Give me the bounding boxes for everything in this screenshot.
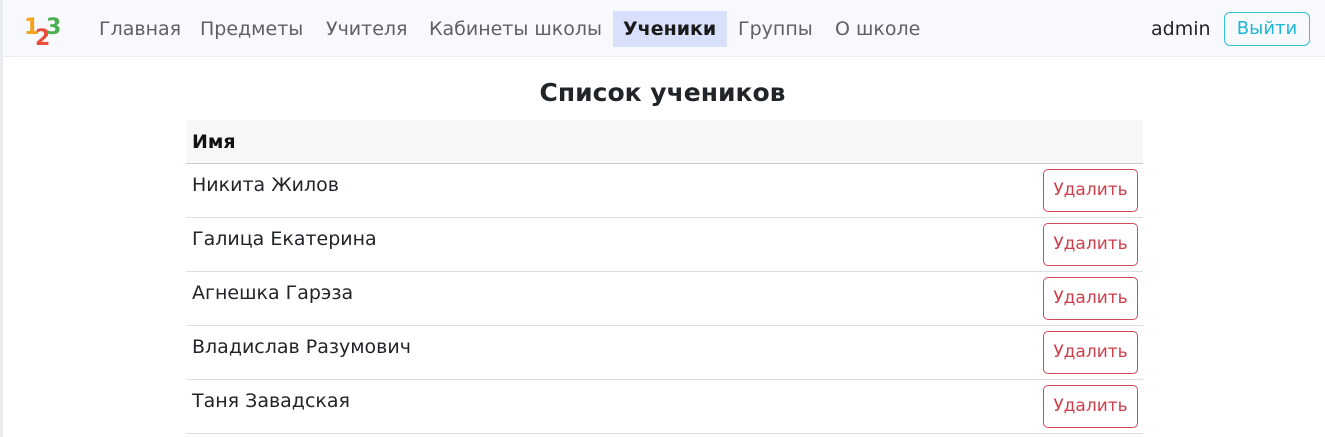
123-numbers-logo-icon[interactable]: 1 2 3 [23, 12, 63, 51]
current-user-name: admin [1151, 18, 1211, 40]
student-name: Галица Екатерина [192, 228, 377, 250]
column-header-name: Имя [192, 131, 236, 153]
nav-item-home[interactable]: Главная [89, 11, 191, 47]
page-title: Список учеников [539, 78, 786, 107]
nav-item-about-school[interactable]: О школе [825, 11, 930, 47]
nav-item-students[interactable]: Ученики [613, 11, 727, 47]
top-navbar: 1 2 3 Главная Предметы Учителя Кабинеты … [3, 0, 1325, 57]
table-row: Владислав Разумович Удалить [186, 326, 1143, 380]
delete-button[interactable]: Удалить [1043, 331, 1138, 374]
table-row: Никита Жилов Удалить [186, 164, 1143, 218]
nav-item-subjects[interactable]: Предметы [190, 11, 313, 47]
student-name: Никита Жилов [192, 174, 339, 196]
student-name: Владислав Разумович [192, 336, 411, 358]
svg-text:3: 3 [46, 15, 61, 40]
table-row: Агнешка Гарэза Удалить [186, 272, 1143, 326]
nav-item-groups[interactable]: Группы [728, 11, 823, 47]
nav-item-teachers[interactable]: Учителя [316, 11, 417, 47]
table-row: Таня Завадская Удалить [186, 380, 1143, 434]
window-left-edge [0, 0, 3, 437]
delete-button[interactable]: Удалить [1043, 169, 1138, 212]
student-name: Таня Завадская [192, 390, 350, 412]
table-header: Имя [186, 120, 1143, 164]
delete-button[interactable]: Удалить [1043, 223, 1138, 266]
delete-button[interactable]: Удалить [1043, 277, 1138, 320]
student-name: Агнешка Гарэза [192, 282, 354, 304]
table-row: Галица Екатерина Удалить [186, 218, 1143, 272]
logout-button[interactable]: Выйти [1224, 12, 1310, 46]
students-table: Имя Никита Жилов Удалить Галица Екатерин… [186, 120, 1143, 434]
delete-button[interactable]: Удалить [1043, 385, 1138, 428]
nav-item-classrooms[interactable]: Кабинеты школы [419, 11, 612, 47]
